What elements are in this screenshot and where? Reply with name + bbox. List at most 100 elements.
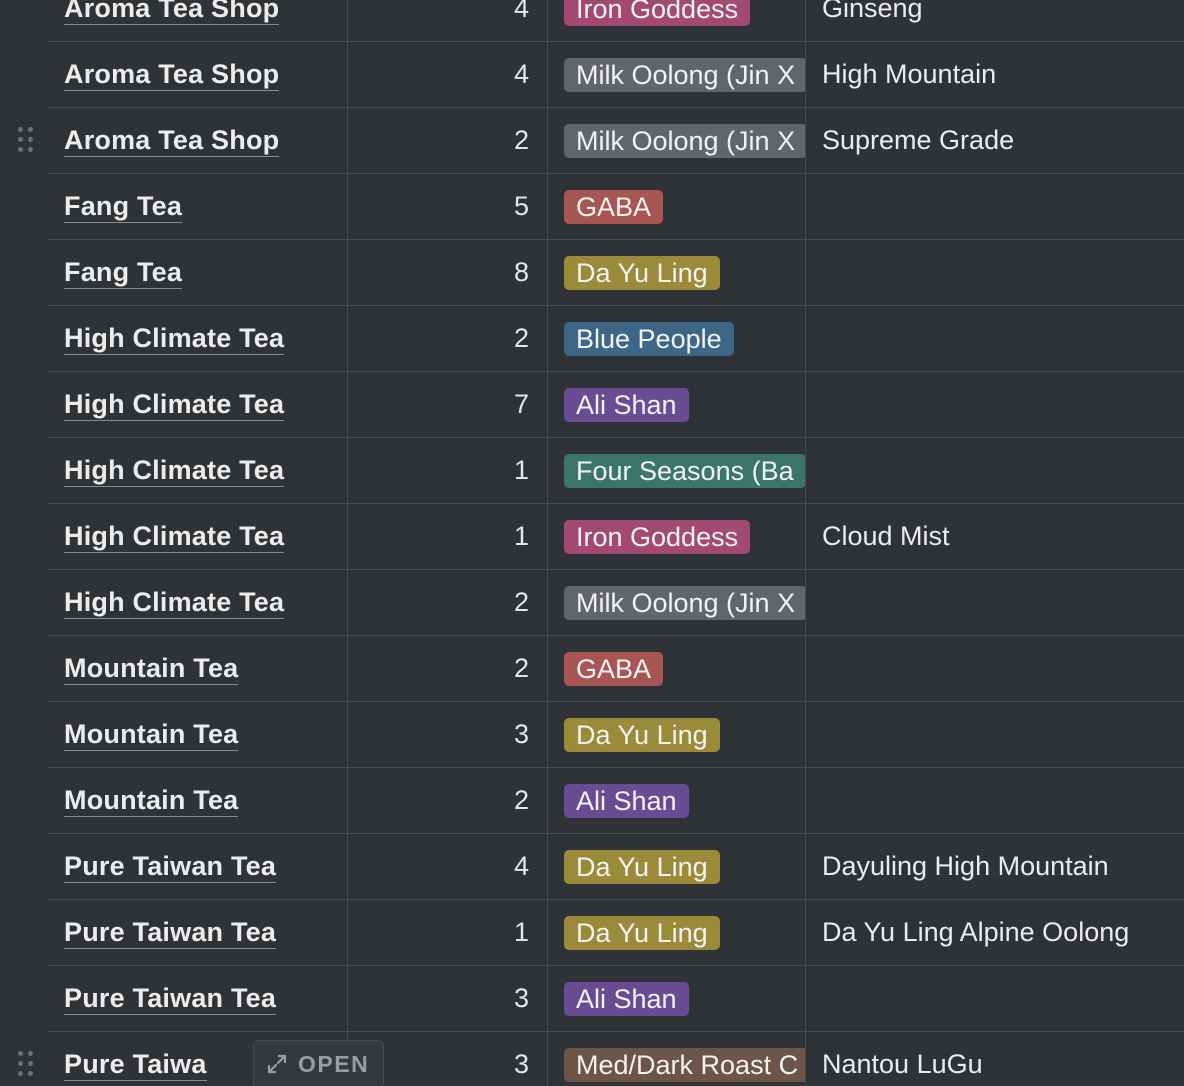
tea-type-cell[interactable]: Four Seasons (Ba [548, 438, 806, 503]
tea-type-cell[interactable]: Ali Shan [548, 768, 806, 833]
table-row[interactable]: Fang Tea 8 Da Yu Ling [48, 240, 1184, 306]
tea-name-cell[interactable]: Da Yu Ling Alpine Oolong [806, 900, 1184, 965]
shop-name-link[interactable]: Aroma Tea Shop [64, 58, 280, 91]
tea-type-cell[interactable]: Ali Shan [548, 966, 806, 1031]
table-row[interactable]: Aroma Tea Shop 4 Iron Goddess Ginseng [48, 0, 1184, 42]
tea-type-cell[interactable]: Iron Goddess [548, 504, 806, 569]
shop-name-link[interactable]: Pure Taiwan Tea [64, 982, 277, 1015]
table-row[interactable]: High Climate Tea 2 Blue People [48, 306, 1184, 372]
shop-cell[interactable]: Aroma Tea Shop [48, 108, 348, 173]
quantity-cell[interactable]: 2 [348, 108, 548, 173]
tea-type-cell[interactable]: GABA [548, 174, 806, 239]
tea-type-cell[interactable]: Milk Oolong (Jin X [548, 108, 806, 173]
shop-name-link[interactable]: Fang Tea [64, 256, 183, 289]
shop-name-link[interactable]: Mountain Tea [64, 652, 239, 685]
table-row[interactable]: Mountain Tea 2 Ali Shan [48, 768, 1184, 834]
table-row[interactable]: High Climate Tea 1 Iron Goddess Cloud Mist [48, 504, 1184, 570]
table-row[interactable]: High Climate Tea 7 Ali Shan [48, 372, 1184, 438]
tea-type-cell[interactable]: Da Yu Ling [548, 702, 806, 767]
shop-name-link[interactable]: High Climate Tea [64, 586, 285, 619]
shop-name-link[interactable]: High Climate Tea [64, 520, 285, 553]
shop-name-link[interactable]: High Climate Tea [64, 388, 285, 421]
table-row[interactable]: Aroma Tea Shop 4 Milk Oolong (Jin X High Mo… [48, 42, 1184, 108]
table-row[interactable]: High Climate Tea 2 Milk Oolong (Jin X [48, 570, 1184, 636]
table-row[interactable]: High Climate Tea 1 Four Seasons (Ba [48, 438, 1184, 504]
quantity-cell[interactable]: 3 [348, 966, 548, 1031]
drag-handle-icon[interactable] [18, 1051, 36, 1081]
shop-cell[interactable]: Fang Tea [48, 240, 348, 305]
tea-name-cell[interactable] [806, 636, 1184, 701]
tea-name-cell[interactable]: Supreme Grade [806, 108, 1184, 173]
shop-cell[interactable]: Mountain Tea [48, 636, 348, 701]
tea-name-cell[interactable]: Ginseng [806, 0, 1184, 41]
tea-type-cell[interactable]: Ali Shan [548, 372, 806, 437]
shop-cell[interactable]: High Climate Tea [48, 504, 348, 569]
tea-name-cell[interactable] [806, 306, 1184, 371]
quantity-cell[interactable]: 2 [348, 570, 548, 635]
quantity-cell[interactable]: 2 [348, 768, 548, 833]
quantity-cell[interactable]: 3 [348, 702, 548, 767]
tea-type-cell[interactable]: Da Yu Ling [548, 240, 806, 305]
quantity-cell[interactable]: 4 [348, 834, 548, 899]
shop-name-link[interactable]: Mountain Tea [64, 718, 239, 751]
quantity-cell[interactable]: 8 [348, 240, 548, 305]
tea-name-cell[interactable] [806, 174, 1184, 239]
tea-name-cell[interactable] [806, 768, 1184, 833]
shop-cell[interactable]: Aroma Tea Shop [48, 0, 348, 41]
table-row[interactable]: Pure Taiwan Tea 4 Da Yu Ling Dayuling High … [48, 834, 1184, 900]
shop-name-link[interactable]: Fang Tea [64, 190, 183, 223]
shop-cell[interactable]: Pure Taiwan Tea [48, 966, 348, 1031]
shop-name-link[interactable]: High Climate Tea [64, 322, 285, 355]
tea-type-cell[interactable]: Blue People [548, 306, 806, 371]
tea-name-cell[interactable] [806, 702, 1184, 767]
shop-cell[interactable]: Mountain Tea [48, 702, 348, 767]
tea-type-cell[interactable]: Da Yu Ling [548, 834, 806, 899]
drag-handle-icon[interactable] [18, 127, 36, 157]
quantity-cell[interactable]: 5 [348, 174, 548, 239]
shop-name-link[interactable]: Pure Taiwan Tea [64, 850, 277, 883]
tea-name-cell[interactable] [806, 240, 1184, 305]
shop-cell[interactable]: Aroma Tea Shop [48, 42, 348, 107]
shop-cell[interactable]: High Climate Tea [48, 570, 348, 635]
shop-name-link[interactable]: Pure Taiwa [64, 1048, 207, 1081]
tea-name-cell[interactable]: Nantou LuGu [806, 1032, 1184, 1086]
open-row-button[interactable]: OPEN [253, 1040, 385, 1086]
tea-name-cell[interactable]: Dayuling High Mountain [806, 834, 1184, 899]
tea-name-cell[interactable]: Cloud Mist [806, 504, 1184, 569]
quantity-cell[interactable]: 4 [348, 42, 548, 107]
shop-cell[interactable]: High Climate Tea [48, 438, 348, 503]
quantity-cell[interactable]: 1 [348, 900, 548, 965]
quantity-cell[interactable]: 7 [348, 372, 548, 437]
quantity-cell[interactable]: 1 [348, 504, 548, 569]
table-row[interactable]: Pure Taiwa 3 Med/Dark Roast C Nantou LuGu OP… [48, 1032, 1184, 1086]
table-row[interactable]: Mountain Tea 2 GABA [48, 636, 1184, 702]
shop-name-link[interactable]: Aroma Tea Shop [64, 0, 280, 25]
tea-type-cell[interactable]: Med/Dark Roast C [548, 1032, 806, 1086]
quantity-cell[interactable]: 1 [348, 438, 548, 503]
shop-name-link[interactable]: Pure Taiwan Tea [64, 916, 277, 949]
tea-type-cell[interactable]: Milk Oolong (Jin X [548, 42, 806, 107]
tea-name-cell[interactable]: High Mountain [806, 42, 1184, 107]
shop-cell[interactable]: Pure Taiwan Tea [48, 900, 348, 965]
quantity-cell[interactable]: 4 [348, 0, 548, 41]
quantity-cell[interactable]: 2 [348, 636, 548, 701]
shop-cell[interactable]: Mountain Tea [48, 768, 348, 833]
table-row[interactable]: Aroma Tea Shop 2 Milk Oolong (Jin X Supreme… [48, 108, 1184, 174]
tea-name-cell[interactable] [806, 372, 1184, 437]
shop-cell[interactable]: High Climate Tea [48, 306, 348, 371]
tea-name-cell[interactable] [806, 966, 1184, 1031]
shop-name-link[interactable]: Mountain Tea [64, 784, 239, 817]
tea-type-cell[interactable]: Milk Oolong (Jin X [548, 570, 806, 635]
tea-type-cell[interactable]: GABA [548, 636, 806, 701]
shop-cell[interactable]: Fang Tea [48, 174, 348, 239]
quantity-cell[interactable]: 2 [348, 306, 548, 371]
tea-name-cell[interactable] [806, 438, 1184, 503]
shop-name-link[interactable]: High Climate Tea [64, 454, 285, 487]
shop-cell[interactable]: High Climate Tea [48, 372, 348, 437]
table-row[interactable]: Pure Taiwan Tea 1 Da Yu Ling Da Yu Ling Alp… [48, 900, 1184, 966]
tea-type-cell[interactable]: Iron Goddess [548, 0, 806, 41]
shop-cell[interactable]: Pure Taiwan Tea [48, 834, 348, 899]
table-row[interactable]: Mountain Tea 3 Da Yu Ling [48, 702, 1184, 768]
table-row[interactable]: Pure Taiwan Tea 3 Ali Shan [48, 966, 1184, 1032]
tea-type-cell[interactable]: Da Yu Ling [548, 900, 806, 965]
